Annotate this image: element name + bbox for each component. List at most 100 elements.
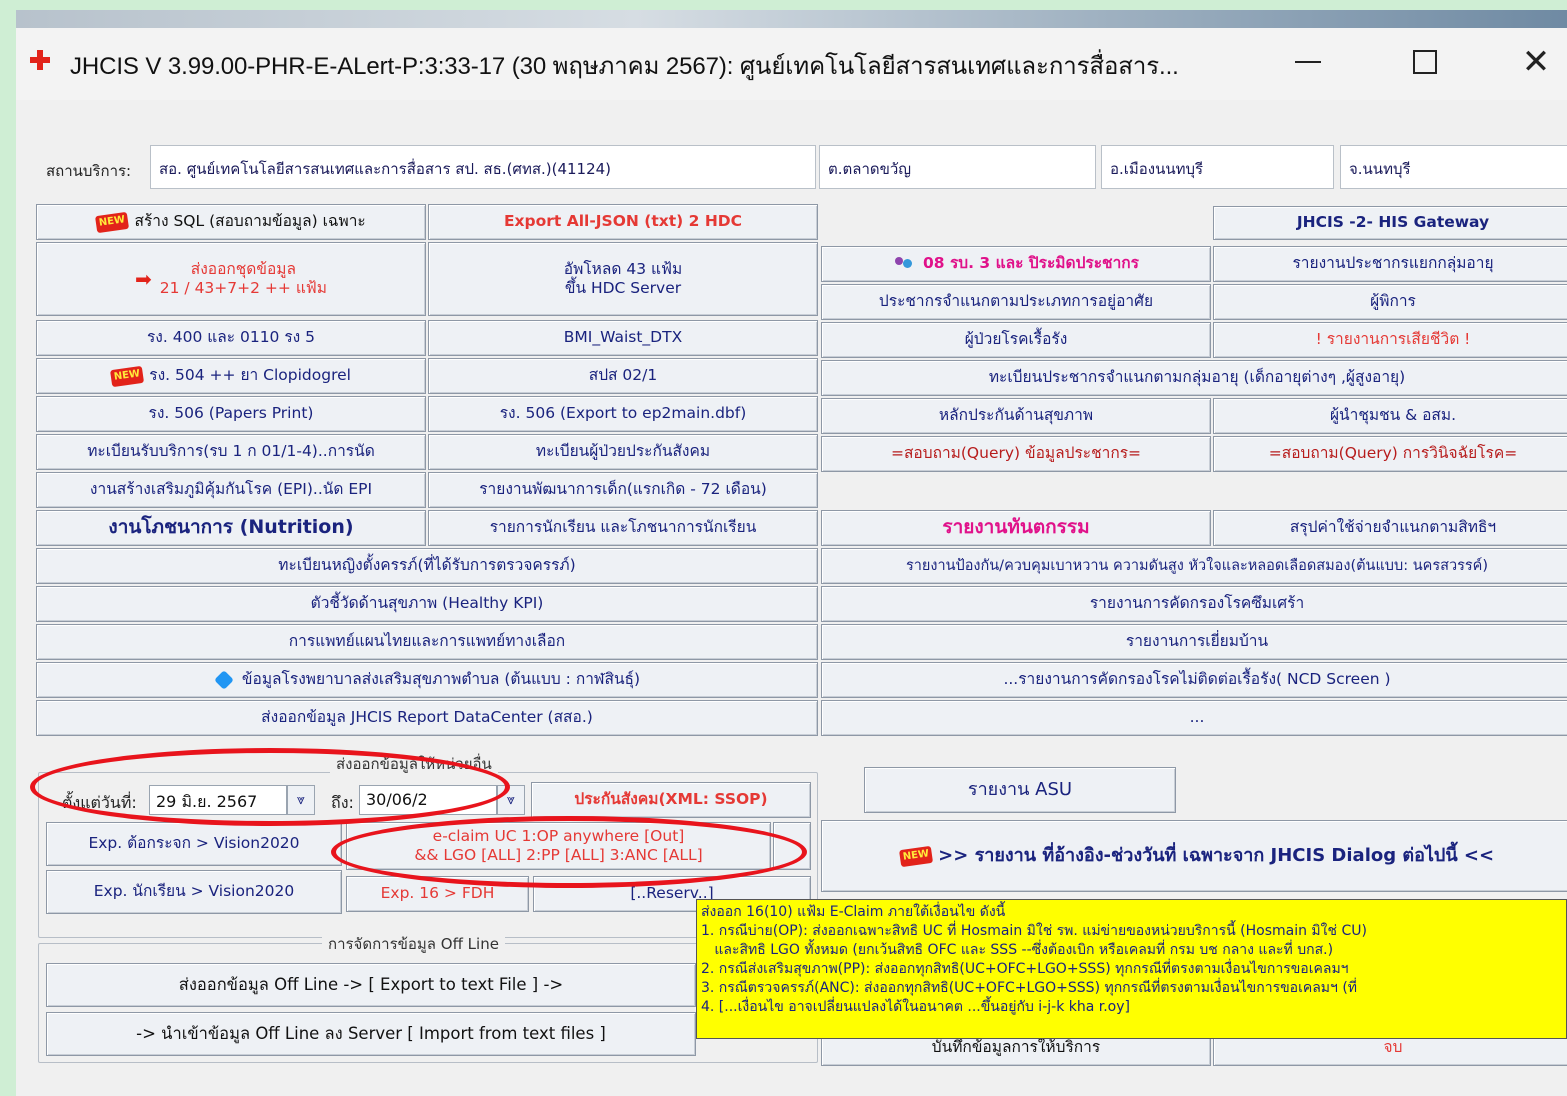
app-window: JHCIS V 3.99.00-PHR-E-ALert-P:3:33-17 (3… xyxy=(16,10,1567,1096)
social-register-button[interactable]: ทะเบียนผู้ป่วยประกันสังคม xyxy=(428,434,818,470)
social-register-label: ทะเบียนผู้ป่วยประกันสังคม xyxy=(535,442,711,461)
students-button[interactable]: รายการนักเรียน และโภชนาการนักเรียน xyxy=(428,510,818,546)
export-json-button[interactable]: Export All-JSON (txt) 2 HDC xyxy=(428,204,818,240)
dental-button[interactable]: รายงานทันตกรรม xyxy=(821,510,1211,546)
from-date-dropdown[interactable]: ⩔ xyxy=(287,785,315,815)
eclaim-button[interactable]: e-claim UC 1:OP anywhere [Out] && LGO [A… xyxy=(346,822,771,870)
r400-button[interactable]: รง. 400 และ 0110 รง 5 xyxy=(36,320,426,356)
r506-export-button[interactable]: รง. 506 (Export to ep2main.dbf) xyxy=(428,396,818,432)
referral-button[interactable]: NEW >> รายงาน ที่อ้างอิง-ช่วงวันที่ เฉพาะ… xyxy=(821,820,1567,892)
cost-button[interactable]: สรุปค่าใช้จ่ายจำแนกตามสิทธิฯ xyxy=(1213,510,1567,546)
ncd-screen-button[interactable]: ...รายงานการคัดกรองโรคไม่ติดต่อเรื้อรัง(… xyxy=(821,662,1567,698)
query-diag-button[interactable]: =สอบถาม(Query) การวินิจฉัยโรค= xyxy=(1213,436,1567,472)
from-date-label: ตั้งแต่วันที่: xyxy=(62,793,137,812)
death-button[interactable]: ! รายงานการเสียชีวิต ! xyxy=(1213,322,1567,358)
datacenter-label: ส่งออกข้อมูล JHCIS Report DataCenter (สส… xyxy=(261,708,593,727)
desktop-band xyxy=(16,10,1567,28)
ncd-prevent-label: รายงานป้องกัน/ควบคุมเบาหวาน ความดันสูง ห… xyxy=(905,557,1489,574)
spo-button[interactable]: สปส 02/1 xyxy=(428,358,818,394)
leaders-label: ผู้นำชุมชน & อสม. xyxy=(1329,406,1457,425)
offline-import-button[interactable]: -> นำเข้าข้อมูล Off Line ลง Server [ Imp… xyxy=(46,1012,696,1056)
pop-age-button[interactable]: รายงานประชากรแยกกลุ่มอายุ xyxy=(1213,246,1567,282)
referral-label: >> รายงาน ที่อ้างอิง-ช่วงวันที่ เฉพาะจาก… xyxy=(938,844,1495,866)
sql-button[interactable]: NEW สร้าง SQL (สอบถามข้อมูล) เฉพาะ xyxy=(36,204,426,240)
insurance-button[interactable]: หลักประกันด้านสุขภาพ xyxy=(821,398,1211,434)
disabled-button[interactable]: ผู้พิการ xyxy=(1213,284,1567,320)
subdistrict-field[interactable]: ต.ตลาดขวัญ xyxy=(819,145,1096,189)
datacenter-button[interactable]: ส่งออกข้อมูล JHCIS Report DataCenter (สส… xyxy=(36,700,818,736)
death-label: ! รายงานการเสียชีวิต ! xyxy=(1315,330,1471,349)
thai-med-button[interactable]: การแพทย์แผนไทยและการแพทย์ทางเลือก xyxy=(36,624,818,660)
finish-label: จบ xyxy=(1383,1038,1403,1057)
maximize-button[interactable] xyxy=(1395,38,1455,86)
thai-med-label: การแพทย์แผนไทยและการแพทย์ทางเลือก xyxy=(288,632,566,651)
export-group-title: ส่งออกข้อมูลให้หน่วยอื่น xyxy=(330,752,498,776)
vision-student-button[interactable]: Exp. นักเรียน > Vision2020 xyxy=(46,870,342,914)
depression-button[interactable]: รายงานการคัดกรองโรคซึมเศร้า xyxy=(821,586,1567,622)
puzzle-icon xyxy=(214,670,234,690)
pop-age-label: รายงานประชากรแยกกลุ่มอายุ xyxy=(1292,254,1494,273)
child-dev-button[interactable]: รายงานพัฒนาการเด็ก(แรกเกิด - 72 เดือน) xyxy=(428,472,818,508)
window-title: JHCIS V 3.99.00-PHR-E-ALert-P:3:33-17 (3… xyxy=(70,53,1179,80)
chronic-button[interactable]: ผู้ป่วยโรคเรื้อรัง xyxy=(821,322,1211,358)
vision-glass-label: Exp. ต้อกระจก > Vision2020 xyxy=(88,834,300,853)
r506-print-label: รง. 506 (Papers Print) xyxy=(148,404,314,423)
leaders-button[interactable]: ผู้นำชุมชน & อสม. xyxy=(1213,398,1567,434)
vision-glass-button[interactable]: Exp. ต้อกระจก > Vision2020 xyxy=(46,822,342,866)
minimize-button[interactable] xyxy=(1278,38,1338,86)
ncd-prevent-button[interactable]: รายงานป้องกัน/ควบคุมเบาหวาน ความดันสูง ห… xyxy=(821,548,1567,584)
epi-button[interactable]: งานสร้างเสริมภูมิคุ้มกันโรค (EPI)..นัด E… xyxy=(36,472,426,508)
gateway-button[interactable]: JHCIS -2- HIS Gateway xyxy=(1213,206,1567,240)
r506-print-button[interactable]: รง. 506 (Papers Print) xyxy=(36,396,426,432)
province-field[interactable]: จ.นนทบุรี xyxy=(1340,145,1567,189)
service-register-button[interactable]: ทะเบียนรับบริการ(รบ 1 ก 01/1-4)..การนัด xyxy=(36,434,426,470)
kpi-button[interactable]: ตัวชี้วัดด้านสุขภาพ (Healthy KPI) xyxy=(36,586,818,622)
epi-label: งานสร้างเสริมภูมิคุ้มกันโรค (EPI)..นัด E… xyxy=(89,480,373,499)
service-name-field[interactable]: สอ. ศูนย์เทคโนโลยีสารสนเทศและการสื่อสาร … xyxy=(150,145,816,189)
offline-group-title: การจัดการข้อมูล Off Line xyxy=(322,932,505,956)
tooltip-line-3: และสิทธิ LGO ทั้งหมด (ยกเว้นสิทธิ OFC แล… xyxy=(701,942,1334,958)
app-cross-icon xyxy=(29,49,51,71)
to-date-dropdown[interactable]: ⩔ xyxy=(497,785,525,815)
from-date-field[interactable]: 29 มิ.ย. 2567 xyxy=(149,785,287,815)
asu-button[interactable]: รายงาน ASU xyxy=(864,767,1176,813)
dental-label: รายงานทันตกรรม xyxy=(942,516,1090,539)
district-field[interactable]: อ.เมืองนนทบุรี xyxy=(1101,145,1334,189)
more-button[interactable]: ... xyxy=(821,700,1567,736)
red-arrow-icon: ➡ xyxy=(135,266,152,291)
eclaim-line2: && LGO [ALL] 2:PP [ALL] 3:ANC [ALL] xyxy=(414,846,703,864)
new-badge-icon: NEW xyxy=(898,845,934,867)
eclaim-tooltip: ส่งออก 16(10) แฟ้ม E-Claim ภายใต้เงื่อนไ… xyxy=(696,899,1567,1039)
pop-type-button[interactable]: ประชากรจำแนกตามประเภทการอยู่อาศัย xyxy=(821,284,1211,320)
hospital-data-button[interactable]: ข้อมูลโรงพยาบาลส่งเสริมสุขภาพตำบล (ต้นแบ… xyxy=(36,662,818,698)
query-pop-button[interactable]: =สอบถาม(Query) ข้อมูลประชากร= xyxy=(821,436,1211,472)
bmi-button[interactable]: BMI_Waist_DTX xyxy=(428,320,818,356)
to-date-label: ถึง: xyxy=(331,793,354,812)
offline-export-button[interactable]: ส่งออกข้อมูล Off Line -> [ Export to tex… xyxy=(46,963,696,1007)
nutrition-label: งานโภชนาการ (Nutrition) xyxy=(108,516,354,539)
upload-hdc-button[interactable]: อัพโหลด 43 แฟ้ม ขึ้น HDC Server xyxy=(428,242,818,316)
kpi-label: ตัวชี้วัดด้านสุขภาพ (Healthy KPI) xyxy=(310,594,544,613)
new-badge-icon: NEW xyxy=(110,365,145,387)
pop-type-label: ประชากรจำแนกตามประเภทการอยู่อาศัย xyxy=(878,292,1154,311)
minimize-icon xyxy=(1295,61,1321,63)
exp16-button[interactable]: Exp. 16 > FDH xyxy=(346,876,529,912)
to-date-field[interactable]: 30/06/2 xyxy=(359,785,497,815)
ssop-label: ประกันสังคม(XML: SSOP) xyxy=(574,790,768,809)
pregnant-register-button[interactable]: ทะเบียนหญิงตั้งครรภ์(ที่ได้รับการตรวจครร… xyxy=(36,548,818,584)
dropdown-arrow-icon: ⩔ xyxy=(297,792,305,808)
depression-label: รายงานการคัดกรองโรคซึมเศร้า xyxy=(1089,594,1305,613)
pop-register-button[interactable]: ทะเบียนประชากรจำแนกตามกลุ่มอายุ (เด็กอาย… xyxy=(821,360,1567,396)
export-dataset-button[interactable]: ➡ ส่งออกชุดข้อมูล 21 / 43+7+2 ++ แฟ้ม xyxy=(36,242,426,316)
title-bar: JHCIS V 3.99.00-PHR-E-ALert-P:3:33-17 (3… xyxy=(16,28,1567,100)
r08-button[interactable]: 08 รบ. 3 และ ปิระมิดประชากร xyxy=(821,246,1211,282)
eclaim-option-button[interactable] xyxy=(773,822,811,870)
home-visit-button[interactable]: รายงานการเยี่ยมบ้าน xyxy=(821,624,1567,660)
ssop-button[interactable]: ประกันสังคม(XML: SSOP) xyxy=(531,782,811,818)
disabled-label: ผู้พิการ xyxy=(1370,292,1416,311)
close-button[interactable]: ✕ xyxy=(1506,38,1566,86)
gateway-label: JHCIS -2- HIS Gateway xyxy=(1296,213,1490,232)
nutrition-button[interactable]: งานโภชนาการ (Nutrition) xyxy=(36,510,426,546)
dropdown-arrow-icon: ⩔ xyxy=(507,792,515,808)
r504-button[interactable]: NEW รง. 504 ++ ยา Clopidogrel xyxy=(36,358,426,394)
